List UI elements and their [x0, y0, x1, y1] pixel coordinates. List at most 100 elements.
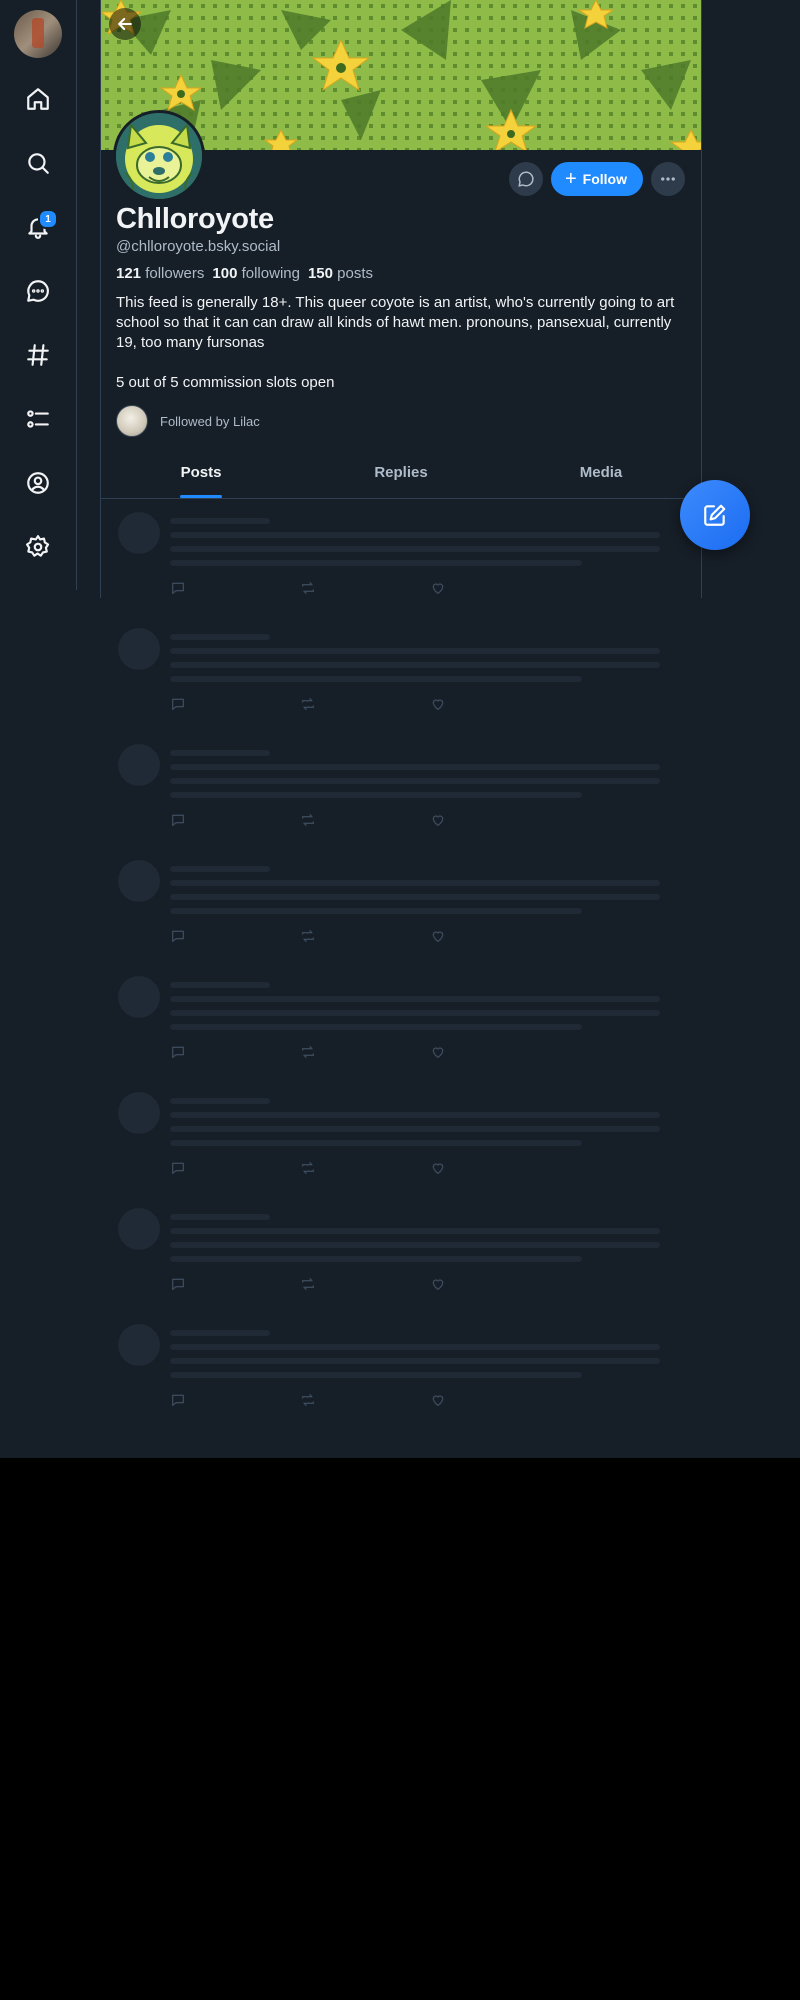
ellipsis-icon [661, 177, 675, 181]
reply-icon [170, 1392, 186, 1408]
like-icon [430, 1276, 446, 1292]
skeleton-avatar [118, 512, 160, 554]
skeleton-line [170, 662, 660, 668]
skeleton-line [170, 1126, 660, 1132]
like-icon [430, 696, 446, 712]
nav-lists[interactable] [18, 399, 58, 439]
skeleton-line [170, 880, 660, 886]
follow-button[interactable]: + Follow [550, 162, 643, 196]
app-shell: 1 + Follow Chlloroyote @chlloroyote.bsky… [0, 0, 800, 1458]
skeleton-line [170, 560, 582, 566]
left-nav: 1 [0, 0, 77, 590]
reply-icon [170, 1044, 186, 1060]
like-icon [430, 1392, 446, 1408]
following-label: following [241, 265, 300, 282]
skeleton-line [170, 1344, 660, 1350]
repost-icon [300, 1044, 316, 1060]
followed-by-text: Followed by Lilac [160, 413, 260, 429]
reply-icon [170, 580, 186, 596]
skeleton-post [100, 498, 700, 614]
skeleton-line [170, 792, 582, 798]
tab-replies[interactable]: Replies [301, 452, 501, 498]
plus-icon: + [564, 168, 577, 190]
profile-icon [27, 472, 49, 494]
followers-label: followers [145, 265, 205, 282]
back-button[interactable] [109, 8, 141, 40]
skeleton-avatar [118, 628, 160, 670]
notification-badge: 1 [38, 209, 58, 229]
profile-stats: 121 followers 100 following 150 posts [116, 265, 373, 282]
followers-link[interactable]: 121 followers [116, 265, 204, 282]
skeleton-line [170, 676, 582, 682]
profile-avatar[interactable] [113, 110, 205, 202]
nav-search[interactable] [18, 143, 58, 183]
chat-icon [518, 171, 534, 187]
avatar-image [116, 113, 202, 199]
known-followers[interactable]: Followed by Lilac [116, 405, 260, 437]
message-button[interactable] [508, 162, 543, 196]
nav-feeds[interactable] [18, 335, 58, 375]
skeleton-line [170, 750, 270, 756]
current-user-avatar[interactable] [14, 10, 62, 58]
like-icon [430, 812, 446, 828]
follow-label: Follow [582, 171, 627, 187]
skeleton-line [170, 1358, 660, 1364]
skeleton-post [100, 1194, 700, 1310]
skeleton-post [100, 846, 700, 962]
skeleton-avatar [118, 860, 160, 902]
like-icon [430, 928, 446, 944]
reply-icon [170, 1160, 186, 1176]
skeleton-line [170, 1256, 582, 1262]
nav-profile[interactable] [18, 463, 58, 503]
posts-feed [100, 498, 700, 1426]
more-options-button[interactable] [651, 162, 685, 196]
hashtag-icon [27, 344, 49, 366]
skeleton-line [170, 634, 270, 640]
skeleton-line [170, 1242, 660, 1248]
skeleton-line [170, 764, 660, 770]
skeleton-line [170, 648, 660, 654]
repost-icon [300, 580, 316, 596]
home-icon [27, 88, 49, 110]
repost-icon [300, 1276, 316, 1292]
tab-media[interactable]: Media [501, 452, 701, 498]
followers-count: 121 [116, 265, 142, 282]
nav-chat[interactable] [18, 271, 58, 311]
like-icon [430, 1160, 446, 1176]
arrow-left-icon [118, 17, 132, 31]
nav-settings[interactable] [18, 527, 58, 567]
posts-label: posts [337, 265, 374, 282]
skeleton-avatar [118, 1092, 160, 1134]
skeleton-line [170, 908, 582, 914]
skeleton-line [170, 1098, 270, 1104]
skeleton-post [100, 962, 700, 1078]
reply-icon [170, 928, 186, 944]
follower-avatar [116, 405, 148, 437]
following-count: 100 [212, 265, 238, 282]
skeleton-avatar [118, 1208, 160, 1250]
chat-icon [27, 280, 49, 302]
repost-icon [300, 696, 316, 712]
skeleton-avatar [118, 1324, 160, 1366]
like-icon [430, 1044, 446, 1060]
skeleton-line [170, 1010, 660, 1016]
skeleton-post [100, 730, 700, 846]
repost-icon [300, 928, 316, 944]
bio-paragraph: This feed is generally 18+. This queer c… [116, 294, 675, 351]
skeleton-line [170, 546, 660, 552]
list-icon [27, 410, 49, 428]
compose-icon [704, 504, 726, 526]
tab-posts[interactable]: Posts [101, 452, 301, 498]
bio-paragraph: 5 out of 5 commission slots open [116, 374, 335, 391]
display-name: Chlloroyote [116, 203, 274, 235]
nav-home[interactable] [18, 79, 58, 119]
skeleton-line [170, 1372, 582, 1378]
following-link[interactable]: 100 following [212, 265, 300, 282]
profile-actions: + Follow [508, 162, 685, 196]
nav-notifications[interactable]: 1 [18, 207, 58, 247]
profile-tabs: Posts Replies Media [101, 452, 701, 499]
skeleton-line [170, 518, 270, 524]
skeleton-post [100, 614, 700, 730]
search-icon [28, 153, 49, 174]
skeleton-line [170, 996, 660, 1002]
